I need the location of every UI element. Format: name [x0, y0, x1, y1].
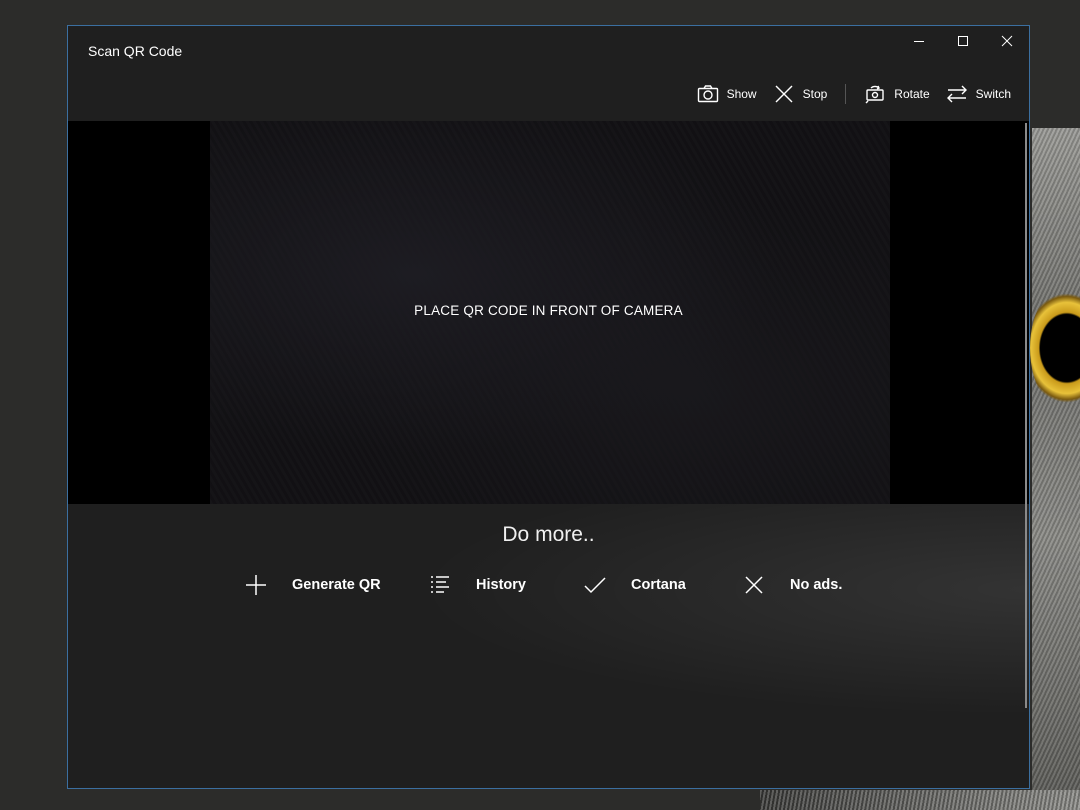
- cortana-button[interactable]: Cortana: [583, 570, 686, 600]
- stop-label: Stop: [802, 87, 828, 101]
- camera-icon: [697, 85, 718, 103]
- app-window: Scan QR Code Show Stop Rotate Switch PLA…: [67, 25, 1030, 789]
- rotate-camera-icon: [865, 85, 884, 104]
- vertical-scrollbar[interactable]: [1025, 123, 1027, 708]
- plus-icon: [246, 575, 266, 595]
- switch-label: Switch: [975, 87, 1011, 101]
- command-bar: Show Stop Rotate Switch: [689, 78, 1019, 110]
- camera-preview[interactable]: PLACE QR CODE IN FRONT OF CAMERA: [68, 121, 1029, 504]
- maximize-icon: [958, 36, 968, 46]
- show-button[interactable]: Show: [689, 78, 765, 110]
- no-ads-label: No ads.: [790, 577, 843, 593]
- rotate-button[interactable]: Rotate: [856, 78, 937, 110]
- no-ads-button[interactable]: No ads.: [742, 570, 842, 600]
- history-label: History: [476, 577, 526, 593]
- close-icon: [1001, 35, 1013, 47]
- do-more-heading: Do more..: [502, 523, 595, 546]
- desktop-wallpaper-bottom: [760, 790, 1080, 810]
- close-icon: [775, 85, 793, 103]
- cortana-label: Cortana: [631, 577, 686, 593]
- checkmark-icon: [584, 577, 606, 594]
- generate-qr-button[interactable]: Generate QR: [244, 570, 381, 600]
- do-more-panel: Do more.. Generate QR History Cortana No…: [68, 504, 1029, 788]
- list-icon: [431, 576, 449, 593]
- desktop-wallpaper: [1032, 128, 1080, 810]
- command-separator: [845, 84, 847, 104]
- generate-qr-label: Generate QR: [292, 577, 381, 593]
- close-window-button[interactable]: [985, 26, 1029, 56]
- maximize-button[interactable]: [941, 26, 985, 56]
- rotate-label: Rotate: [894, 87, 930, 101]
- history-button[interactable]: History: [428, 570, 526, 600]
- minimize-button[interactable]: [897, 26, 941, 56]
- show-label: Show: [726, 87, 757, 101]
- close-icon: [745, 576, 763, 594]
- window-title: Scan QR Code: [88, 43, 183, 59]
- camera-hint: PLACE QR CODE IN FRONT OF CAMERA: [414, 303, 683, 318]
- stop-button[interactable]: Stop: [765, 78, 836, 110]
- switch-button[interactable]: Switch: [938, 78, 1019, 110]
- switch-arrows-icon: [946, 85, 967, 103]
- minimize-icon: [914, 41, 924, 42]
